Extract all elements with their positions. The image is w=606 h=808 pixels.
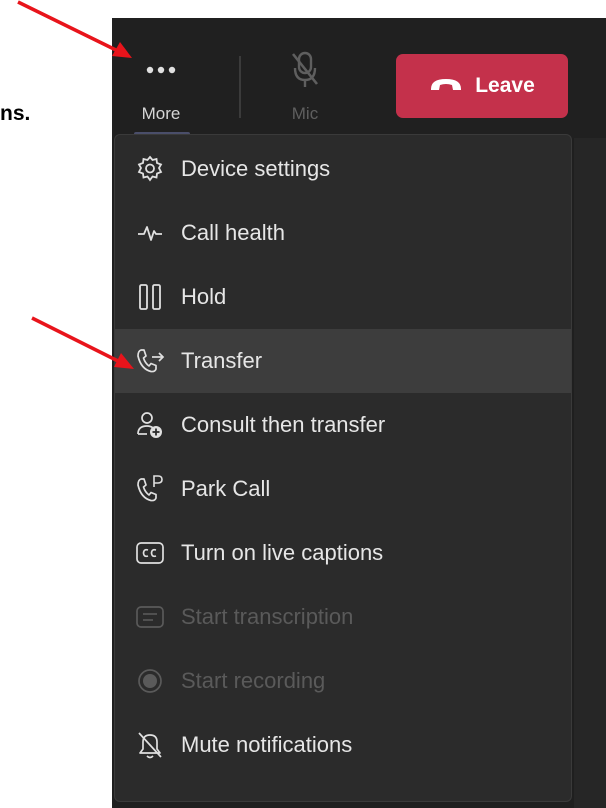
call-toolbar: More Mic Leave xyxy=(112,18,606,138)
menu-item-device-settings[interactable]: Device settings xyxy=(115,137,571,201)
menu-item-label: Device settings xyxy=(181,156,331,181)
menu-item-label: Call health xyxy=(181,220,285,245)
menu-item-label: Start transcription xyxy=(181,604,354,629)
menu-item-label: Park Call xyxy=(181,476,271,501)
menu-item-label: Hold xyxy=(181,284,227,309)
phone-park-icon xyxy=(133,472,167,506)
right-pane xyxy=(574,138,606,808)
pause-icon xyxy=(133,280,167,314)
closed-captions-icon xyxy=(133,536,167,570)
leave-button-label: Leave xyxy=(475,74,535,97)
menu-item-start-recording[interactable]: Start recording xyxy=(115,649,571,713)
hang-up-icon xyxy=(429,74,463,98)
document-text-fragment: ns. xyxy=(0,102,31,125)
more-options-menu: Device settings Call health Hold Transfe… xyxy=(114,134,572,802)
mic-button[interactable]: Mic xyxy=(270,18,340,138)
person-add-icon xyxy=(133,408,167,442)
menu-item-label: Transfer xyxy=(181,348,263,373)
menu-item-label: Consult then transfer xyxy=(181,412,386,437)
transcript-icon xyxy=(133,600,167,634)
menu-item-label: Mute notifications xyxy=(181,732,353,757)
more-button-label: More xyxy=(141,104,181,123)
menu-item-park-call[interactable]: Park Call xyxy=(115,457,571,521)
menu-item-label: Turn on live captions xyxy=(181,540,384,565)
gear-icon xyxy=(133,152,167,186)
menu-item-mute-notifications[interactable]: Mute notifications xyxy=(115,713,571,777)
pulse-icon xyxy=(133,216,167,250)
mic-off-icon xyxy=(290,48,320,92)
menu-item-transfer[interactable]: Transfer xyxy=(115,329,571,393)
menu-item-consult-then-transfer[interactable]: Consult then transfer xyxy=(115,393,571,457)
bell-off-icon xyxy=(133,728,167,762)
menu-item-label: Start recording xyxy=(181,668,326,693)
menu-item-live-captions[interactable]: Turn on live captions xyxy=(115,521,571,585)
record-icon xyxy=(133,664,167,698)
teams-call-window: More Mic Leave Device settings Call heal… xyxy=(112,18,606,808)
toolbar-divider xyxy=(239,56,241,118)
leave-button[interactable]: Leave xyxy=(396,54,568,118)
menu-item-call-health[interactable]: Call health xyxy=(115,201,571,265)
more-button[interactable]: More xyxy=(126,18,196,138)
menu-item-start-transcription[interactable]: Start transcription xyxy=(115,585,571,649)
menu-item-hold[interactable]: Hold xyxy=(115,265,571,329)
screenshot: ns. More Mic Leave Device settings Call … xyxy=(0,0,606,808)
phone-transfer-icon xyxy=(133,344,167,378)
more-dots-icon xyxy=(146,48,176,92)
mic-button-label: Mic xyxy=(291,104,319,123)
